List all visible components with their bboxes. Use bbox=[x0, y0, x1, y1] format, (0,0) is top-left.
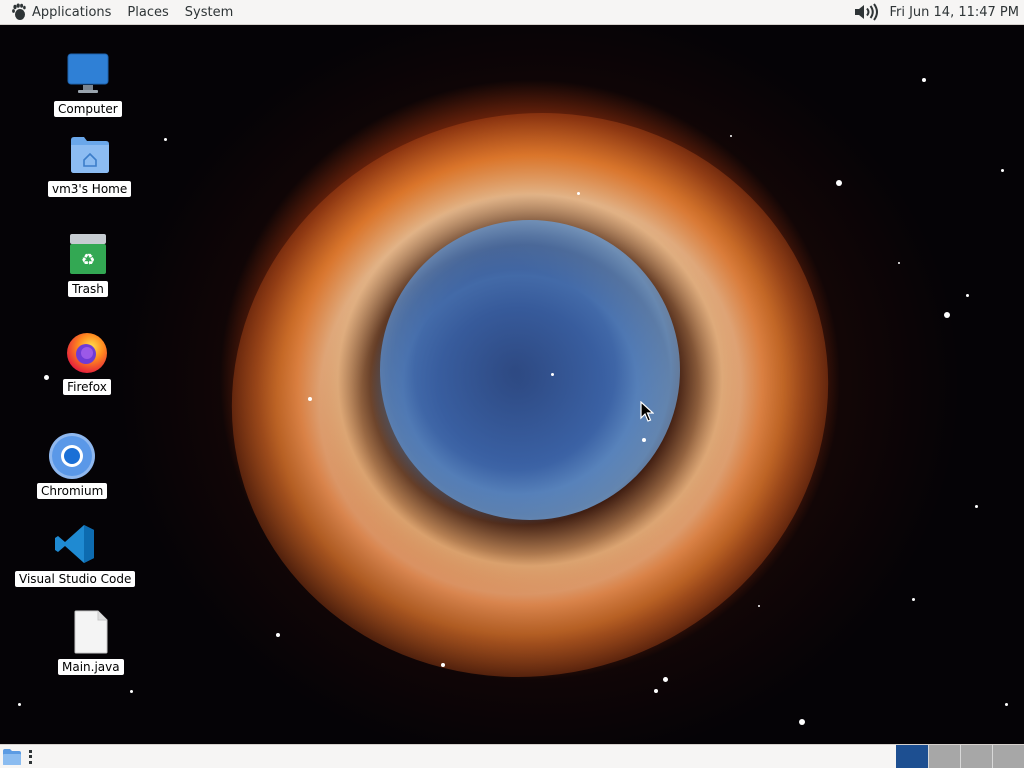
bottom-panel bbox=[0, 744, 1024, 768]
desktop-icon-chromium[interactable]: Chromium bbox=[37, 432, 108, 499]
volume-icon[interactable] bbox=[853, 3, 883, 21]
star bbox=[276, 633, 280, 637]
star bbox=[654, 689, 658, 693]
desktop-icon-firefox[interactable]: Firefox bbox=[63, 328, 111, 395]
file-icon bbox=[67, 608, 115, 656]
workspace-1[interactable] bbox=[896, 745, 928, 768]
places-menu[interactable]: Places bbox=[119, 0, 176, 25]
star bbox=[758, 605, 760, 607]
desktop-icon-label: Firefox bbox=[63, 379, 111, 395]
star bbox=[308, 397, 312, 401]
gnome-foot-icon bbox=[12, 3, 26, 20]
workspace-3[interactable] bbox=[960, 745, 992, 768]
chromium-icon bbox=[48, 432, 96, 480]
applications-menu-label: Applications bbox=[32, 4, 112, 20]
star bbox=[912, 598, 915, 601]
star bbox=[1005, 703, 1008, 706]
monitor-icon bbox=[64, 50, 112, 98]
home-folder-icon bbox=[66, 130, 114, 178]
workspace-2[interactable] bbox=[928, 745, 960, 768]
wallpaper-nebula-core bbox=[380, 220, 680, 520]
top-panel: Applications Places System Fri Jun 14, 1… bbox=[0, 0, 1024, 25]
star bbox=[799, 719, 805, 725]
desktop-icon-label: Trash bbox=[68, 281, 108, 297]
star bbox=[642, 438, 646, 442]
star bbox=[730, 135, 732, 137]
top-panel-indicators: Fri Jun 14, 11:47 PM bbox=[853, 0, 1024, 25]
star bbox=[944, 312, 950, 318]
desktop-icon-label: Chromium bbox=[37, 483, 108, 499]
star bbox=[441, 663, 445, 667]
star bbox=[663, 677, 668, 682]
desktop-icon-label: Computer bbox=[54, 101, 122, 117]
desktop-icon-label: Main.java bbox=[58, 659, 124, 675]
show-desktop-icon bbox=[3, 748, 21, 765]
applications-menu[interactable]: Applications bbox=[0, 0, 119, 25]
panel-handle-icon[interactable] bbox=[29, 749, 35, 764]
star bbox=[1001, 169, 1004, 172]
mouse-cursor-icon bbox=[640, 401, 654, 422]
desktop-icon-main-java[interactable]: Main.java bbox=[58, 608, 124, 675]
vscode-icon bbox=[51, 520, 99, 568]
system-menu[interactable]: System bbox=[177, 0, 241, 25]
workspace-4[interactable] bbox=[992, 745, 1024, 768]
desktop-icon-home[interactable]: vm3's Home bbox=[48, 130, 132, 197]
desktop-icon-trash[interactable]: ♻ Trash bbox=[64, 230, 112, 297]
desktop-icon-label: Visual Studio Code bbox=[15, 571, 136, 587]
show-desktop-button[interactable] bbox=[1, 746, 23, 768]
star bbox=[18, 703, 21, 706]
desktop-icon-computer[interactable]: Computer bbox=[54, 50, 122, 117]
clock[interactable]: Fri Jun 14, 11:47 PM bbox=[883, 5, 1019, 20]
svg-text:♻: ♻ bbox=[81, 250, 95, 269]
star bbox=[975, 505, 978, 508]
star bbox=[551, 373, 554, 376]
star bbox=[164, 138, 167, 141]
workspace-switcher bbox=[896, 745, 1024, 768]
star bbox=[44, 375, 49, 380]
desktop-icon-label: vm3's Home bbox=[48, 181, 132, 197]
star bbox=[577, 192, 580, 195]
desktop-icon-vscode[interactable]: Visual Studio Code bbox=[15, 520, 136, 587]
star bbox=[836, 180, 842, 186]
star bbox=[922, 78, 926, 82]
star bbox=[130, 690, 133, 693]
firefox-icon bbox=[63, 328, 111, 376]
trash-icon: ♻ bbox=[64, 230, 112, 278]
star bbox=[898, 262, 900, 264]
main-menu: Applications Places System bbox=[0, 0, 241, 25]
desktop[interactable]: Computer vm3's Home ♻ Trash Firefox Chro… bbox=[0, 25, 1024, 744]
star bbox=[966, 294, 969, 297]
